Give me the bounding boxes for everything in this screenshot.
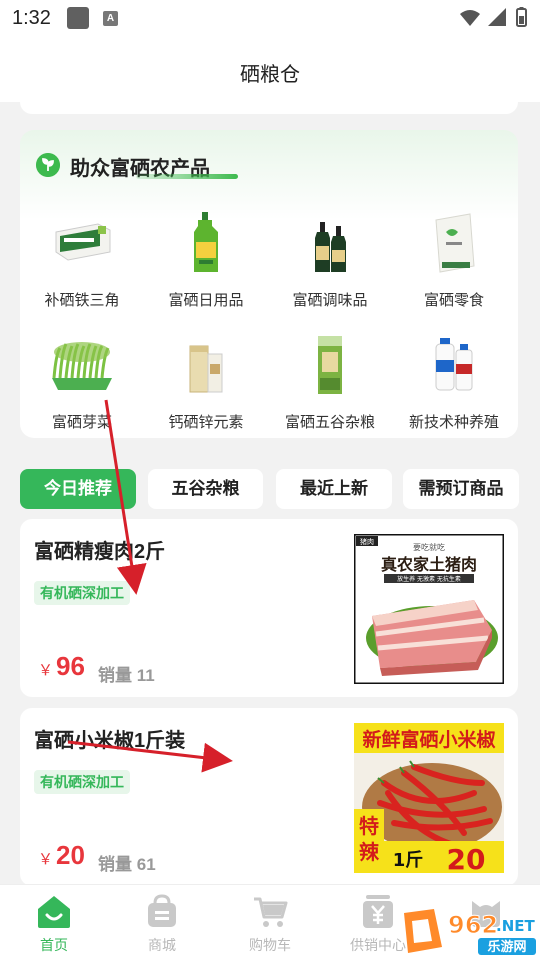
watermark-site-name: 乐游网 (487, 939, 526, 955)
tab-bar-label: 首页 (40, 937, 68, 953)
watermark-logo: 962 .NET 乐游网 (404, 909, 536, 955)
badge-bottom: 辣 (359, 840, 380, 864)
home-icon (38, 896, 70, 928)
status-icons (460, 7, 527, 27)
product-price: ￥ 96 (38, 651, 85, 682)
watermark-brand: 962 (448, 911, 498, 939)
tab-bar-cart[interactable]: 购物车 (216, 885, 324, 960)
tab-bar-label: 购物车 (249, 937, 291, 953)
snack-bag-icon (435, 213, 475, 273)
status-bar: 1:32 A (0, 0, 540, 36)
shop-bag-icon (148, 894, 176, 927)
supply-center-icon (363, 895, 393, 928)
category-item-fu-xi-wu-gu-za-liang[interactable]: 富硒五谷杂粮 (268, 326, 392, 444)
page-title: 硒粮仓 (240, 64, 300, 86)
product-price: ￥ 20 (38, 840, 85, 871)
product-name: 富硒小米椒1斤装 (34, 730, 186, 752)
signal-icon (488, 8, 506, 26)
notification-a-icon: A (103, 11, 118, 26)
sales-label: 销量 (98, 855, 132, 874)
sales-label: 销量 (98, 666, 132, 685)
fertilizer-bottles-icon (435, 338, 473, 391)
tab-jin-ri-tui-jian[interactable]: 今日推荐 (20, 469, 136, 509)
product-box-icon (55, 223, 111, 261)
product-image-pork[interactable]: 猪肉 要吃就吃 真农家土猪肉 放生养 无激素 无抗生素 (354, 534, 504, 684)
sales-count: 61 (136, 855, 156, 874)
watermark-domain: .NET (496, 917, 535, 935)
product-sales: 销量 61 (98, 850, 156, 875)
battery-icon (516, 7, 527, 27)
tab-xu-yu-ding-shang-pin[interactable]: 需预订商品 (403, 469, 519, 509)
tab-bar-shop[interactable]: 商城 (108, 885, 216, 960)
sales-count: 11 (136, 666, 155, 685)
category-label: 富硒日用品 (168, 292, 244, 309)
title-underline (136, 174, 238, 179)
page-header: 硒粮仓 (0, 36, 540, 102)
category-label: 新技术种养殖 (408, 414, 499, 431)
sprouts-tray-icon (52, 342, 112, 390)
category-item-fu-xi-ri-yong-pin[interactable]: 富硒日用品 (144, 204, 268, 322)
pork-image: 猪肉 要吃就吃 真农家土猪肉 放生养 无激素 无抗生素 (354, 534, 504, 684)
headline: 新鲜富硒小米椒 (362, 728, 495, 751)
category-label: 富硒芽菜 (51, 414, 112, 431)
category-label: 富硒调味品 (292, 292, 368, 309)
product-card[interactable]: 富硒小米椒1斤装 有机硒深加工 ￥ 20 销量 61 新鲜富硒小米椒 特 辣 1斤… (20, 708, 518, 886)
corner-tag: 猪肉 (360, 537, 374, 546)
category-label: 补硒铁三角 (44, 292, 120, 309)
top-text: 要吃就吃 (413, 542, 445, 552)
previous-card-edge (20, 100, 518, 114)
category-item-bu-xi-tie-san-jiao[interactable]: 补硒铁三角 (20, 204, 144, 322)
app-notification-icon (67, 7, 89, 29)
subline: 放生养 无激素 无抗生素 (397, 575, 461, 583)
product-image-chili[interactable]: 新鲜富硒小米椒 特 辣 1斤 20 (354, 723, 504, 873)
tab-bar-home[interactable]: 首页 (0, 885, 108, 960)
tab-bar-label: 商城 (148, 937, 176, 953)
category-item-xin-ji-shu-zhong-yang-zhi[interactable]: 新技术种养殖 (392, 326, 516, 444)
price-text: 20 (447, 843, 486, 873)
status-time: 1:32 (12, 7, 51, 29)
category-item-fu-xi-ling-shi[interactable]: 富硒零食 (392, 204, 516, 322)
sprout-icon (36, 153, 60, 177)
sauce-bottles-icon (315, 222, 346, 272)
currency-symbol: ￥ (38, 851, 54, 868)
unit-text: 1斤 (393, 850, 424, 871)
category-item-fu-xi-tiao-wei-pin[interactable]: 富硒调味品 (268, 204, 392, 322)
product-sales: 销量 11 (98, 661, 155, 686)
category-label: 富硒五谷杂粮 (284, 414, 375, 431)
price-value: 20 (56, 840, 85, 870)
price-value: 96 (56, 651, 85, 681)
grain-bag-icon (318, 336, 342, 394)
category-label: 富硒零食 (423, 292, 484, 309)
product-name: 富硒精瘦肉2斤 (34, 541, 166, 563)
badge-top: 特 (359, 814, 379, 838)
currency-symbol: ￥ (38, 662, 54, 679)
tab-wu-gu-za-liang[interactable]: 五谷杂粮 (148, 469, 263, 509)
category-label: 钙硒锌元素 (168, 414, 244, 431)
product-card[interactable]: 富硒精瘦肉2斤 有机硒深加工 ￥ 96 销量 11 猪肉 要吃就吃 真农家土猪肉 … (20, 519, 518, 697)
chili-image: 新鲜富硒小米椒 特 辣 1斤 20 (354, 723, 504, 873)
cart-icon (254, 897, 288, 927)
detergent-bottle-icon (194, 212, 218, 272)
wifi-icon (460, 10, 480, 26)
category-item-fu-xi-ya-cai[interactable]: 富硒芽菜 (20, 326, 144, 444)
tab-zui-jin-shang-xin[interactable]: 最近上新 (276, 469, 392, 509)
category-section: 助众富硒农产品 补硒铁三角 富硒日用品 富硒调味品 富硒零食 富硒芽菜 钙硒锌元… (20, 130, 518, 438)
supplement-jar-icon (189, 345, 223, 393)
product-tag: 有机硒深加工 (34, 581, 130, 605)
product-tag: 有机硒深加工 (34, 770, 130, 794)
category-item-gai-xi-xin-yuan-su[interactable]: 钙硒锌元素 (144, 326, 268, 444)
headline: 真农家土猪肉 (381, 555, 477, 574)
